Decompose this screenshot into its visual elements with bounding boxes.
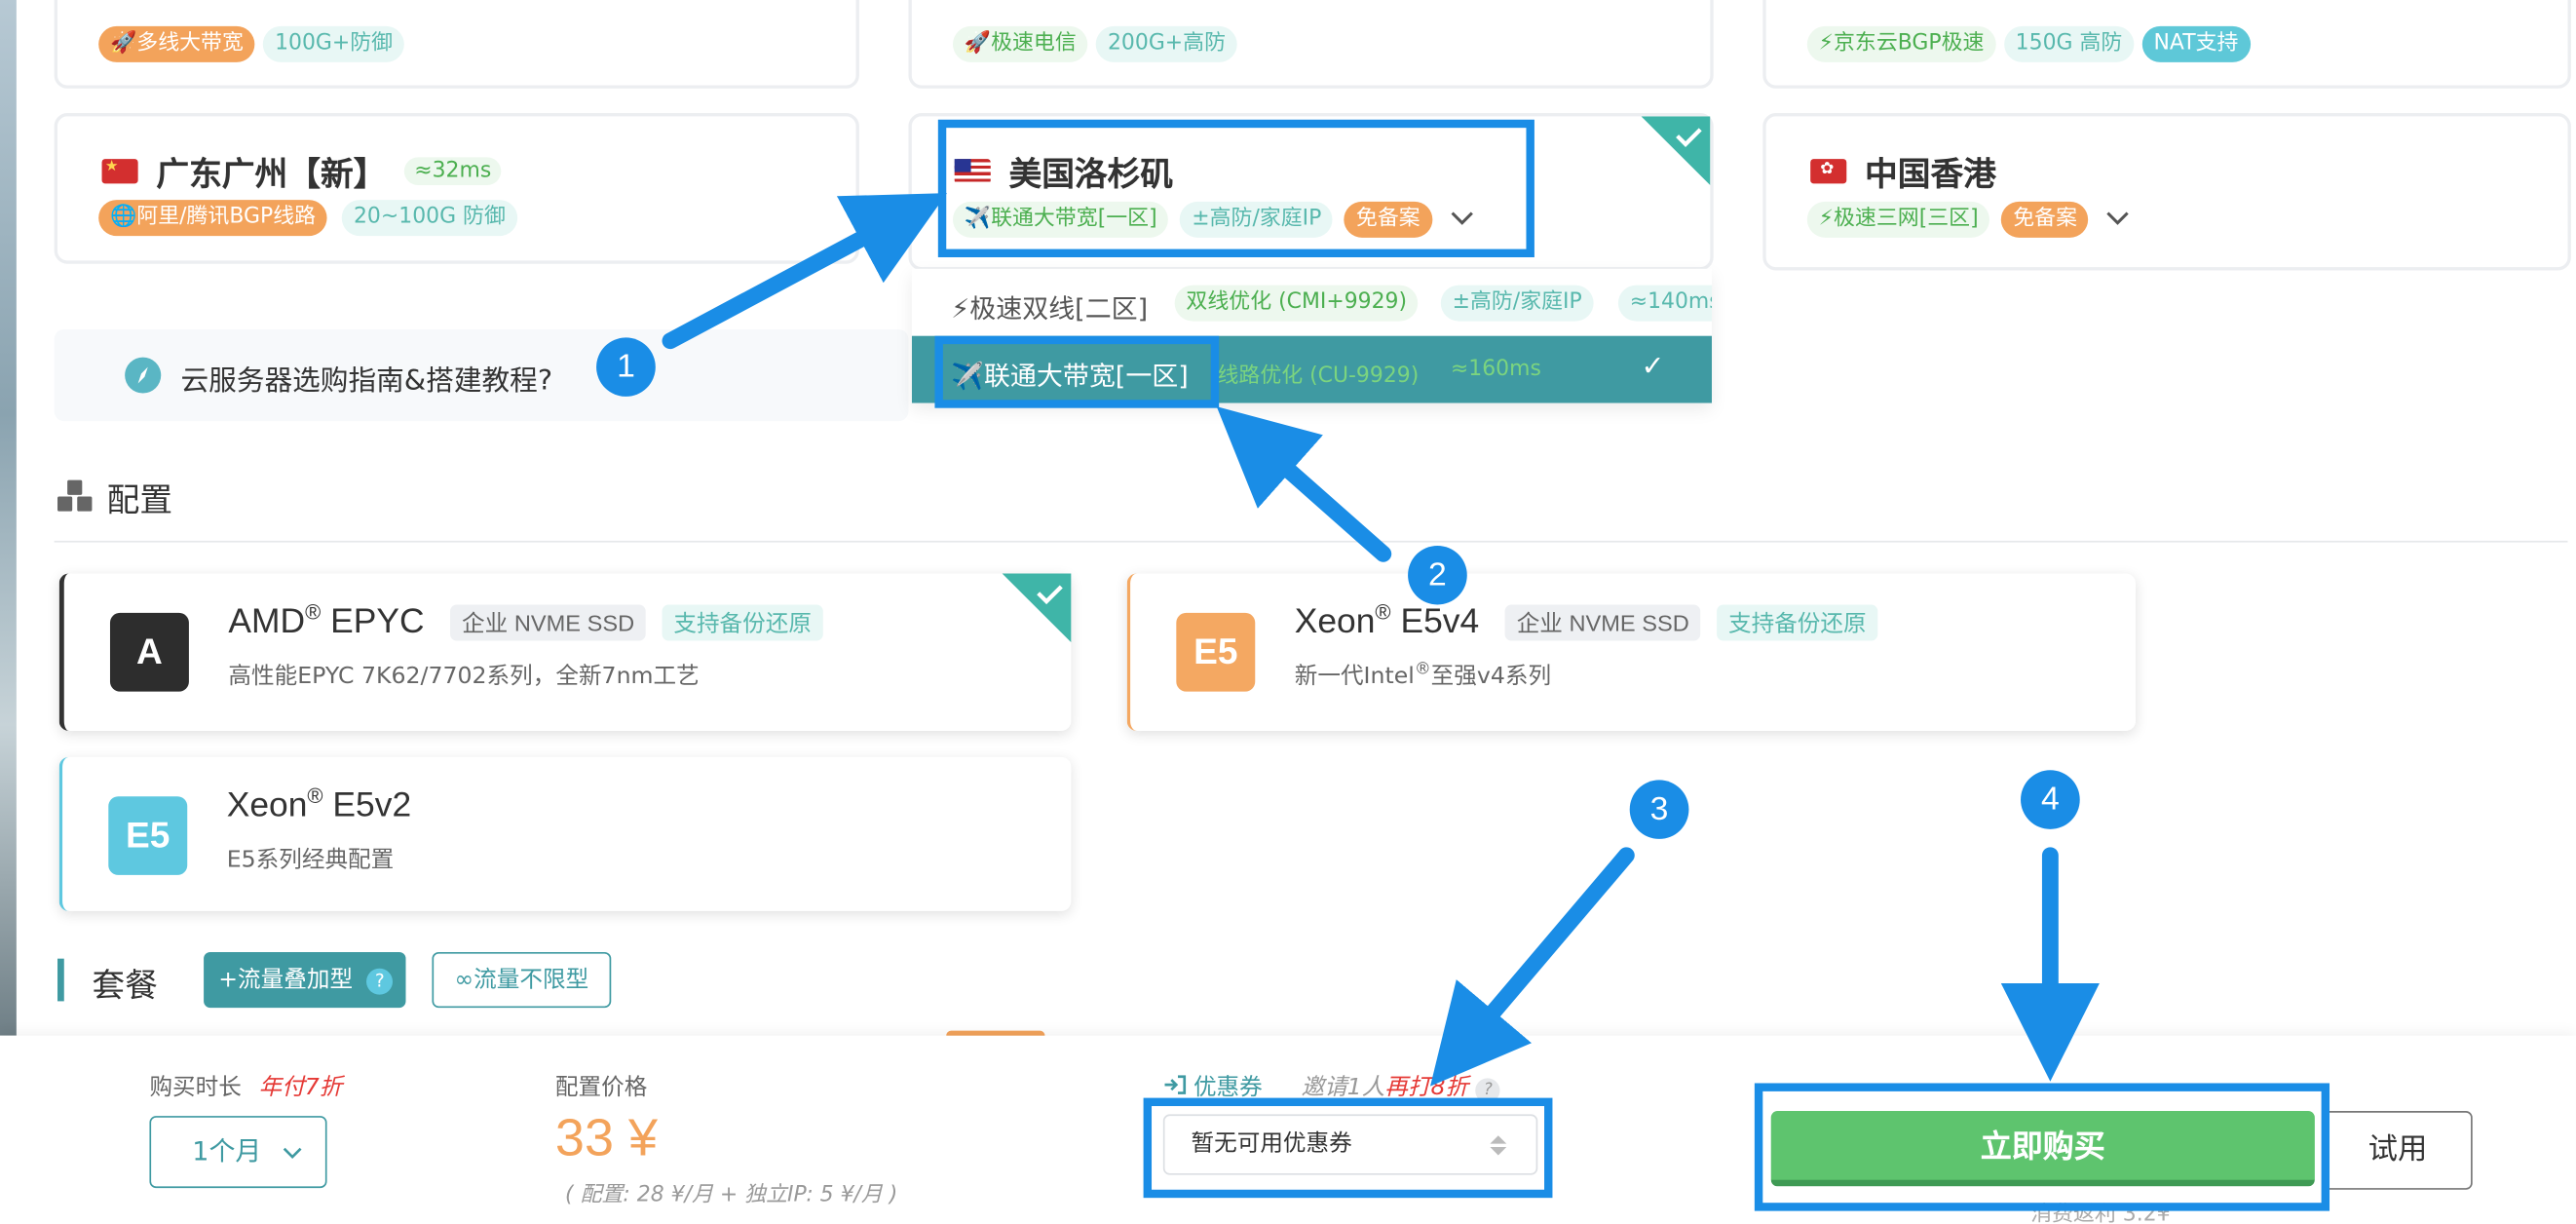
highlight-box-location — [937, 119, 1534, 257]
arrow-1 — [662, 193, 948, 350]
highlight-box-coupon — [1143, 1097, 1553, 1199]
annotation-badge: 3 — [1629, 780, 1689, 839]
page: 🚀多线大带宽 100G+防御 🚀极速电信 200G+高防 ⚡京东云BGP极速 1… — [0, 0, 2576, 1224]
annotation-badge: 4 — [2021, 770, 2080, 829]
highlight-box-zone — [934, 335, 1220, 408]
highlight-box-buy — [1754, 1083, 2330, 1211]
annotation-badge: 1 — [596, 337, 656, 397]
arrow-3 — [1430, 847, 1635, 1087]
annotation-badge: 2 — [1408, 545, 1467, 605]
arrow-2 — [1216, 406, 1392, 562]
